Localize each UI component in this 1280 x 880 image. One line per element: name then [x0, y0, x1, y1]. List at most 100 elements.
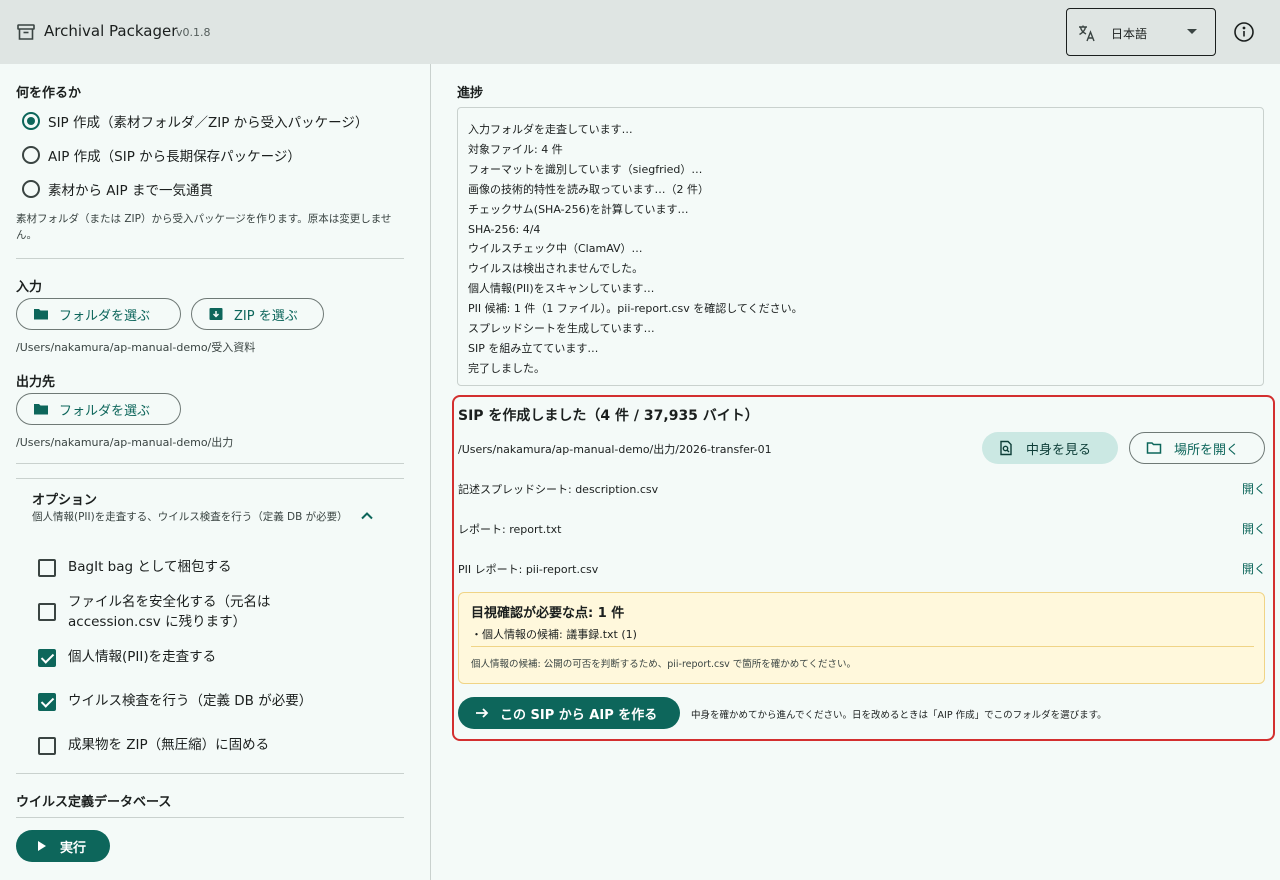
log-line: PII 候補: 1 件（1 ファイル）。pii-report.csv を確認して… [468, 302, 803, 316]
checkbox-bagit[interactable] [38, 559, 56, 577]
chevron-down-icon [1187, 29, 1197, 34]
output-title: 出力先 [16, 375, 56, 390]
result-title: SIP を作成しました（4 件 / 37,935 バイト） [458, 408, 759, 424]
log-line: SIP を組み立てています… [468, 341, 599, 355]
make-aip-button[interactable]: この SIP から AIP を作る [458, 697, 680, 729]
radio-end-to-end[interactable] [22, 180, 40, 198]
open-location-label: 場所を開く [1174, 442, 1240, 458]
progress-panel: 進捗 入力フォルダを走査しています… 対象ファイル: 4 件 フォーマットを識別… [431, 64, 1280, 880]
arrow-right-icon [476, 708, 489, 718]
settings-panel: 何を作るか SIP 作成（素材フォルダ／ZIP から受入パッケージ） AIP 作… [0, 64, 430, 880]
file-row-pii-report: PII レポート: pii-report.csv 開く [458, 559, 1266, 579]
info-icon[interactable] [1233, 21, 1255, 43]
make-aip-label: この SIP から AIP を作る [500, 707, 658, 723]
output-choose-folder-label: フォルダを選ぶ [59, 403, 151, 419]
log-line: フォーマットを識別しています（siegfried）… [468, 162, 703, 176]
mode-title: 何を作るか [16, 86, 82, 101]
folder-open-icon [1146, 442, 1162, 454]
app-bar: Archival Packager v0.1.8 日本語 [0, 0, 1280, 64]
play-icon [38, 841, 46, 851]
open-description-link[interactable]: 開く [1242, 480, 1266, 497]
log-line: 完了しました。 [468, 361, 545, 375]
language-label: 日本語 [1111, 27, 1148, 41]
choose-zip-label: ZIP を選ぶ [234, 308, 298, 324]
chevron-up-icon[interactable] [358, 507, 376, 525]
next-step-note: 中身を確かめてから進んでください。日を改めるときは「AIP 作成」でこのフォルダ… [691, 710, 1107, 721]
log-line: 画像の技術的特性を読み取っています…（2 件） [468, 182, 709, 196]
radio-sip[interactable] [22, 112, 40, 130]
option-virus-scan[interactable]: ウイルス検査を行う（定義 DB が必要） [38, 691, 348, 711]
review-notice: 目視確認が必要な点: 1 件 ・個人情報の候補: 議事録.txt (1) 個人情… [458, 592, 1265, 684]
open-report-link[interactable]: 開く [1242, 520, 1266, 537]
file-label-pii-report: PII レポート: pii-report.csv [458, 563, 599, 576]
option-bagit[interactable]: BagIt bag として梱包する [38, 557, 348, 577]
divider [16, 258, 404, 259]
mode-option-sip[interactable]: SIP 作成（素材フォルダ／ZIP から受入パッケージ） [22, 110, 368, 132]
checkbox-pii-scan[interactable] [38, 649, 56, 667]
result-card: SIP を作成しました（4 件 / 37,935 バイト） /Users/nak… [452, 395, 1275, 741]
option-label-pii-scan: 個人情報(PII)を走査する [68, 649, 217, 665]
file-search-icon [1000, 440, 1012, 456]
option-label-safe-filenames: ファイル名を安全化する（元名は accession.csv に残ります） [68, 594, 271, 630]
view-contents-button[interactable]: 中身を見る [982, 432, 1118, 464]
archive-icon [17, 24, 35, 40]
app-version: v0.1.8 [176, 26, 211, 39]
input-title: 入力 [16, 280, 43, 295]
option-pii-scan[interactable]: 個人情報(PII)を走査する [38, 647, 348, 667]
log-line: チェックサム(SHA-256)を計算しています… [468, 202, 689, 216]
options-title[interactable]: オプション [32, 489, 97, 508]
language-select[interactable]: 日本語 [1066, 8, 1216, 56]
progress-title: 進捗 [457, 86, 484, 101]
log-line: 対象ファイル: 4 件 [468, 142, 563, 156]
folder-icon [34, 404, 48, 415]
open-location-button[interactable]: 場所を開く [1129, 432, 1265, 464]
option-zip-output[interactable]: 成果物を ZIP（無圧縮）に固める [38, 735, 348, 755]
checkbox-safe-filenames[interactable] [38, 603, 56, 621]
file-row-report: レポート: report.txt 開く [458, 519, 1266, 539]
virus-db-title[interactable]: ウイルス定義データベース [16, 791, 171, 810]
input-path: /Users/nakamura/ap-manual-demo/受入資料 [16, 341, 256, 354]
review-note: 個人情報の候補: 公開の可否を判断するため、pii-report.csv で箇所… [471, 659, 857, 670]
radio-aip[interactable] [22, 146, 40, 164]
progress-log[interactable]: 入力フォルダを走査しています… 対象ファイル: 4 件 フォーマットを識別してい… [457, 107, 1264, 386]
result-path: /Users/nakamura/ap-manual-demo/出力/2026-t… [458, 443, 772, 456]
divider [471, 646, 1254, 647]
file-label-description: 記述スプレッドシート: description.csv [458, 483, 659, 496]
folder-icon [34, 309, 48, 320]
log-line: スプレッドシートを生成しています… [468, 322, 655, 336]
log-line: SHA-256: 4/4 [468, 222, 541, 236]
view-contents-label: 中身を見る [1026, 442, 1092, 458]
review-title: 目視確認が必要な点: 1 件 [471, 606, 625, 621]
option-safe-filenames[interactable]: ファイル名を安全化する（元名は accession.csv に残ります） [38, 592, 348, 632]
choose-zip-button[interactable]: ZIP を選ぶ [191, 298, 324, 330]
choose-output-folder-button[interactable]: フォルダを選ぶ [16, 393, 181, 425]
choose-folder-label: フォルダを選ぶ [59, 308, 151, 324]
output-path: /Users/nakamura/ap-manual-demo/出力 [16, 436, 234, 449]
mode-label-sip: SIP 作成（素材フォルダ／ZIP から受入パッケージ） [48, 115, 369, 131]
choose-input-folder-button[interactable]: フォルダを選ぶ [16, 298, 181, 330]
open-pii-report-link[interactable]: 開く [1242, 560, 1266, 577]
log-line: 入力フォルダを走査しています… [468, 123, 633, 136]
mode-option-end-to-end[interactable]: 素材から AIP まで一気通貫 [22, 178, 213, 200]
review-item: ・個人情報の候補: 議事録.txt (1) [471, 628, 637, 641]
option-label-zip-output: 成果物を ZIP（無圧縮）に固める [68, 737, 270, 753]
run-label: 実行 [60, 840, 87, 856]
option-label-bagit: BagIt bag として梱包する [68, 559, 232, 575]
options-summary: 個人情報(PII)を走査する、ウイルス検査を行う（定義 DB が必要） [32, 511, 348, 523]
mode-option-aip[interactable]: AIP 作成（SIP から長期保存パッケージ） [22, 144, 301, 166]
mode-label-aip: AIP 作成（SIP から長期保存パッケージ） [48, 149, 301, 165]
checkbox-virus-scan[interactable] [38, 693, 56, 711]
file-label-report: レポート: report.txt [458, 523, 562, 536]
app-title: Archival Packager [44, 22, 178, 40]
log-line: 個人情報(PII)をスキャンしています… [468, 282, 655, 296]
mode-hint: 素材フォルダ（または ZIP）から受入パッケージを作ります。原本は変更しません。 [16, 213, 392, 241]
log-line: ウイルスチェック中（ClamAV）… [468, 242, 643, 256]
file-row-description: 記述スプレッドシート: description.csv 開く [458, 479, 1266, 499]
checkbox-zip-output[interactable] [38, 737, 56, 755]
divider [16, 817, 404, 818]
log-line: ウイルスは検出されませんでした。 [468, 262, 644, 276]
option-label-virus-scan: ウイルス検査を行う（定義 DB が必要） [68, 693, 313, 709]
mode-label-end-to-end: 素材から AIP まで一気通貫 [48, 183, 213, 199]
divider [16, 463, 404, 464]
run-button[interactable]: 実行 [16, 830, 110, 862]
